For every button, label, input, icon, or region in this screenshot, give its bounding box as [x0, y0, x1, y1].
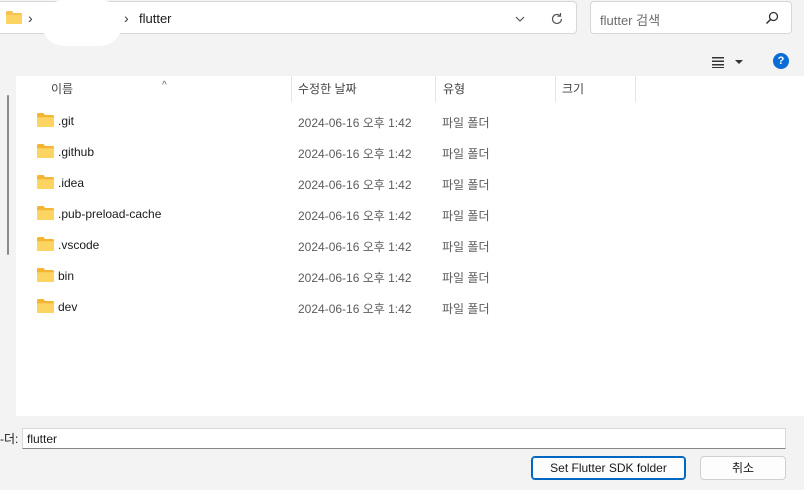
cancel-button[interactable]: 취소 — [700, 456, 786, 480]
file-type: 파일 폴더 — [442, 209, 490, 223]
view-options-icon[interactable] — [711, 55, 745, 69]
help-icon[interactable]: ? — [773, 53, 789, 69]
file-name: .pub-preload-cache — [58, 207, 162, 221]
search-input[interactable]: flutter 검색 — [590, 1, 792, 34]
file-row[interactable]: .git 2024-06-16 오후 1:42 파일 폴더 — [16, 106, 804, 137]
folder-icon — [37, 237, 54, 251]
column-header-label: 크기 — [562, 82, 585, 96]
file-date: 2024-06-16 오후 1:42 — [298, 178, 412, 192]
column-header-label: 유형 — [443, 82, 466, 96]
file-type: 파일 폴더 — [442, 116, 490, 130]
file-row[interactable]: .idea 2024-06-16 오후 1:42 파일 폴더 — [16, 168, 804, 199]
breadcrumb-current[interactable]: flutter — [139, 11, 172, 26]
folder-icon — [37, 206, 54, 220]
redacted-path-segment — [42, 0, 122, 46]
file-date: 2024-06-16 오후 1:42 — [298, 271, 412, 285]
file-date: 2024-06-16 오후 1:42 — [298, 147, 412, 161]
column-header-label: 수정한 날짜 — [298, 82, 357, 96]
file-name: .vscode — [58, 238, 100, 252]
scrollbar-thumb[interactable] — [7, 95, 9, 255]
folder-field-label: -더: — [0, 432, 19, 446]
file-name: bin — [58, 269, 75, 283]
column-header-type[interactable]: 유형 — [436, 76, 555, 103]
file-row[interactable]: .github 2024-06-16 오후 1:42 파일 폴더 — [16, 137, 804, 168]
file-row[interactable]: bin 2024-06-16 오후 1:42 파일 폴더 — [16, 261, 804, 292]
file-type: 파일 폴더 — [442, 240, 490, 254]
file-type: 파일 폴더 — [442, 147, 490, 161]
folder-icon — [37, 144, 54, 158]
file-type: 파일 폴더 — [442, 178, 490, 192]
column-divider[interactable] — [635, 76, 636, 102]
search-placeholder: flutter 검색 — [600, 13, 661, 28]
chevron-down-icon[interactable] — [513, 12, 527, 26]
file-date: 2024-06-16 오후 1:42 — [298, 240, 412, 254]
file-date: 2024-06-16 오후 1:42 — [298, 209, 412, 223]
folder-icon — [37, 175, 54, 189]
folder-icon — [37, 113, 54, 127]
column-header-size[interactable]: 크기 — [556, 76, 635, 103]
file-date: 2024-06-16 오후 1:42 — [298, 302, 412, 316]
file-name: .github — [58, 145, 95, 159]
file-name: .git — [58, 114, 75, 128]
column-header-name[interactable]: 이름 ^ — [16, 76, 291, 103]
refresh-icon[interactable] — [549, 11, 565, 27]
search-icon[interactable] — [765, 11, 779, 25]
breadcrumb-chevron-icon[interactable]: › — [28, 11, 33, 25]
folder-name-field[interactable] — [22, 428, 786, 449]
column-header-date[interactable]: 수정한 날짜 — [292, 76, 435, 103]
folder-icon — [37, 268, 54, 282]
select-folder-button[interactable]: Set Flutter SDK folder — [531, 456, 686, 480]
file-row[interactable]: .pub-preload-cache 2024-06-16 오후 1:42 파일 폴… — [16, 199, 804, 230]
sort-ascending-icon: ^ — [162, 80, 167, 91]
file-type: 파일 폴더 — [442, 302, 490, 316]
folder-icon — [6, 11, 22, 24]
folder-icon — [37, 299, 54, 313]
file-row[interactable]: dev 2024-06-16 오후 1:42 파일 폴더 — [16, 292, 804, 323]
file-name: .idea — [58, 176, 85, 190]
column-header-label: 이름 — [51, 82, 74, 96]
toolbar — [0, 46, 804, 76]
breadcrumb-chevron-icon[interactable]: › — [124, 11, 129, 25]
file-row[interactable]: .vscode 2024-06-16 오후 1:42 파일 폴더 — [16, 230, 804, 261]
file-type: 파일 폴더 — [442, 271, 490, 285]
file-list: 이름 ^ 수정한 날짜 유형 크기 .git 2024-06-16 오후 1:42… — [16, 76, 804, 416]
file-date: 2024-06-16 오후 1:42 — [298, 116, 412, 130]
file-name: dev — [58, 300, 78, 314]
